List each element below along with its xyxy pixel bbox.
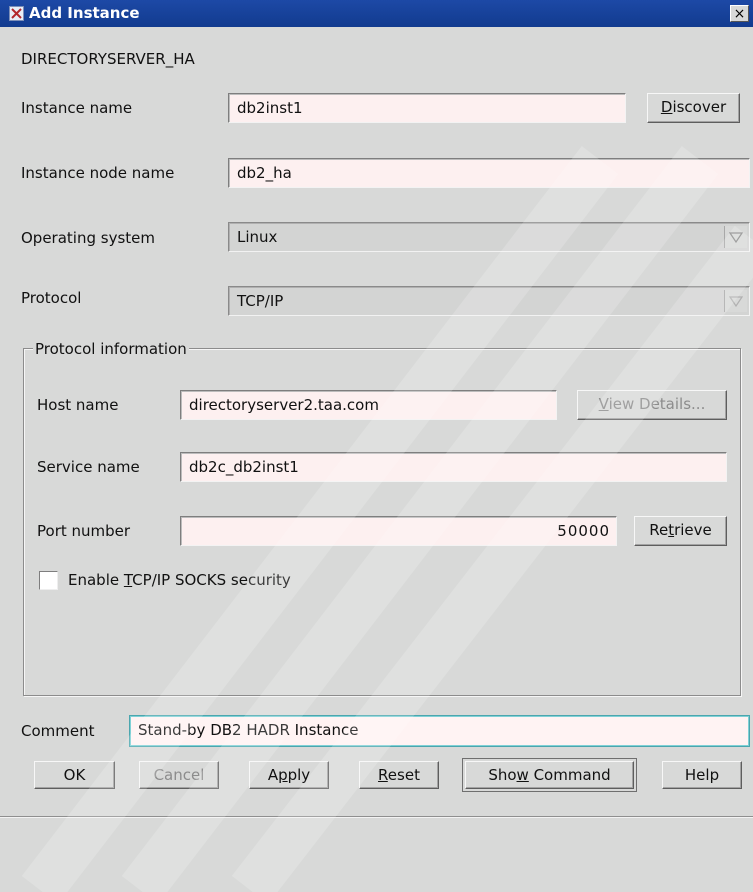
instance-name-input[interactable]: db2inst1	[228, 93, 626, 123]
host-name-input[interactable]: directoryserver2.taa.com	[180, 390, 557, 420]
comment-input[interactable]: Stand-by DB2 HADR Instance	[129, 715, 750, 747]
socks-security-checkbox[interactable]	[39, 571, 58, 590]
service-name-input[interactable]: db2c_db2inst1	[180, 452, 727, 482]
operating-system-label: Operating system	[21, 229, 155, 247]
app-icon	[9, 6, 24, 21]
object-name: DIRECTORYSERVER_HA	[21, 50, 195, 68]
apply-button[interactable]: Apply	[249, 761, 329, 789]
ok-button[interactable]: OK	[34, 761, 115, 789]
retrieve-button[interactable]: Retrieve	[634, 516, 727, 546]
service-name-label: Service name	[37, 458, 140, 476]
reset-button[interactable]: Reset	[359, 761, 439, 789]
cancel-button[interactable]: Cancel	[139, 761, 219, 789]
footer-divider	[0, 816, 753, 818]
triangle-down-icon[interactable]	[724, 226, 747, 248]
instance-node-name-input[interactable]: db2_ha	[228, 158, 750, 188]
help-button[interactable]: Help	[662, 761, 742, 789]
host-name-label: Host name	[37, 396, 119, 414]
protocol-information-legend: Protocol information	[33, 340, 189, 358]
discover-button[interactable]: Discover	[647, 93, 740, 123]
view-details-button[interactable]: View Details...	[577, 390, 727, 420]
title-bar: Add Instance ×	[0, 0, 753, 27]
port-number-input[interactable]: 50000	[180, 516, 617, 546]
instance-name-label: Instance name	[21, 99, 133, 117]
instance-node-name-label: Instance node name	[21, 164, 175, 182]
show-command-button[interactable]: Show Command	[462, 758, 637, 792]
close-icon[interactable]: ×	[730, 5, 749, 22]
socks-security-label[interactable]: Enable TCP/IP SOCKS security	[68, 571, 291, 589]
protocol-select[interactable]: TCP/IP	[228, 286, 750, 316]
triangle-down-icon[interactable]	[724, 290, 747, 312]
protocol-label: Protocol	[21, 289, 82, 307]
operating-system-select[interactable]: Linux	[228, 222, 750, 252]
comment-label: Comment	[21, 722, 95, 740]
protocol-value: TCP/IP	[237, 292, 284, 310]
window-title: Add Instance	[29, 4, 140, 22]
operating-system-value: Linux	[237, 228, 278, 246]
port-number-label: Port number	[37, 522, 131, 540]
